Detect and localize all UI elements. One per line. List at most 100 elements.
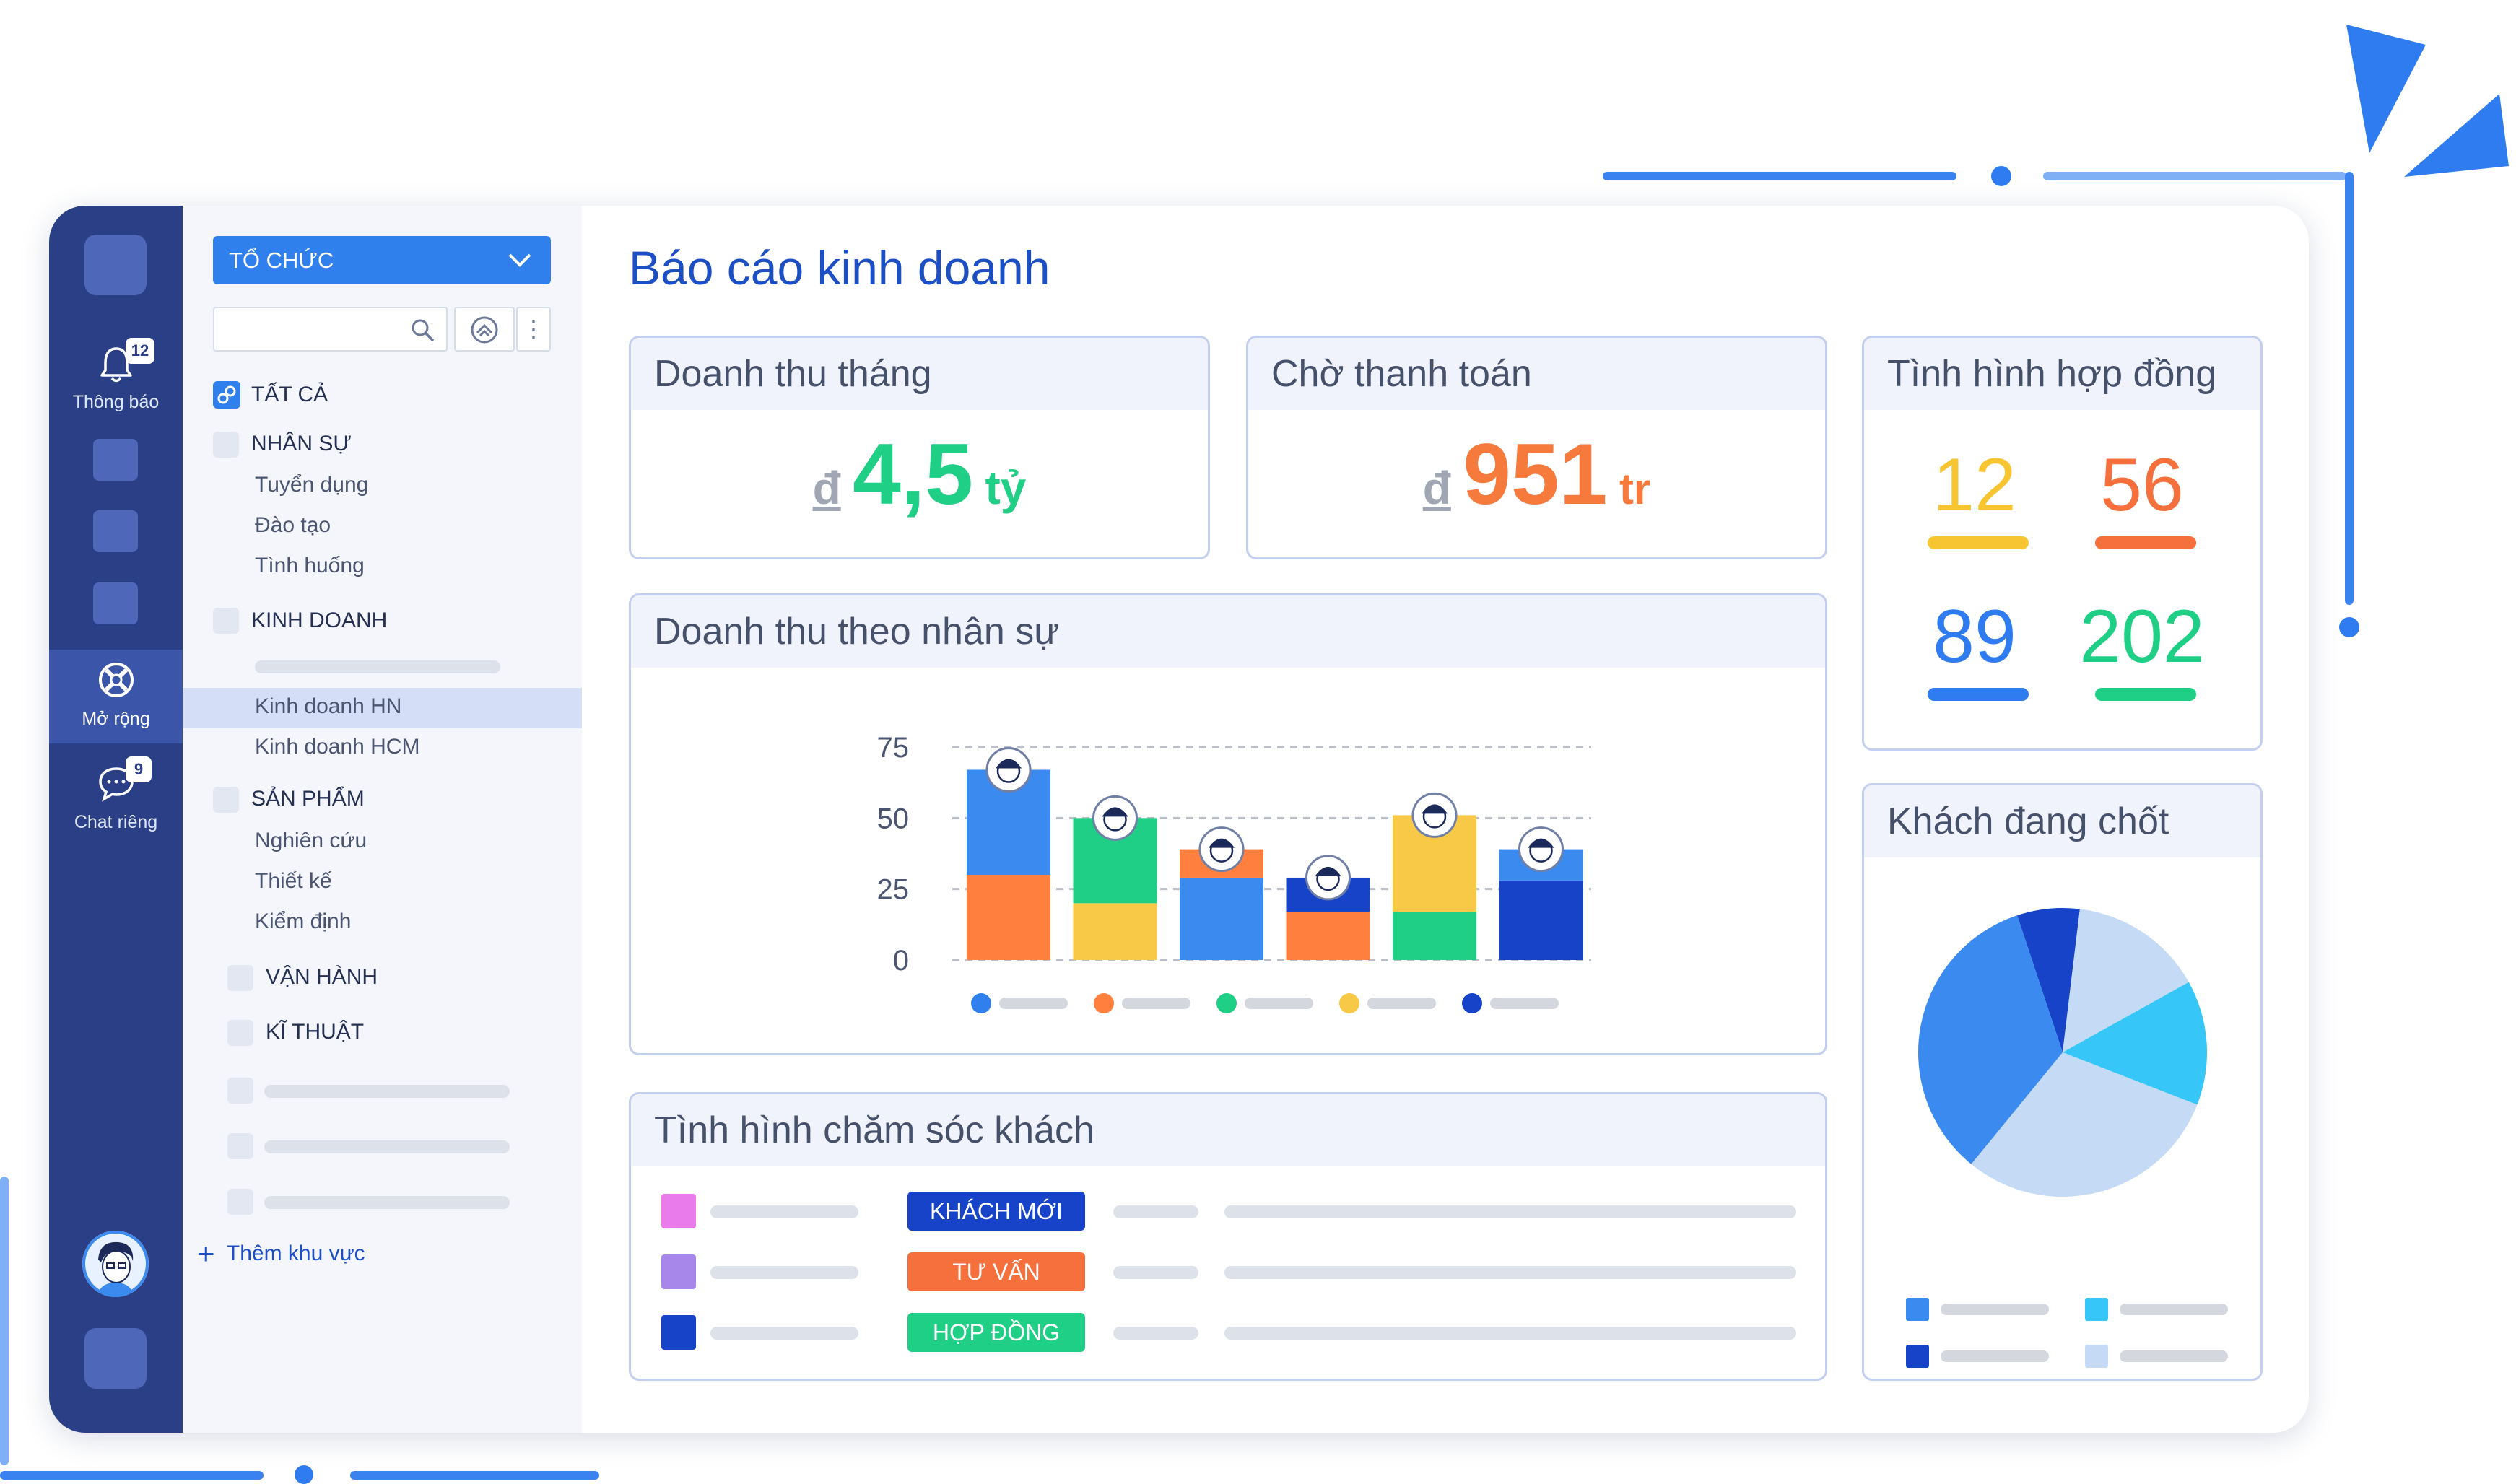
group-checkbox-van-hanh[interactable] bbox=[227, 965, 253, 991]
bar-segment bbox=[1499, 880, 1583, 960]
staff-avatar[interactable] bbox=[1092, 795, 1138, 841]
add-area-button[interactable]: + Thêm khu vực bbox=[197, 1236, 365, 1271]
more-options-button[interactable]: ⋮ bbox=[516, 307, 551, 352]
decor-line-bottom-left bbox=[0, 1471, 264, 1480]
group-checkbox-san-pham[interactable] bbox=[213, 787, 239, 813]
staff-avatar[interactable] bbox=[1198, 826, 1245, 873]
card-title: Doanh thu theo nhân sự bbox=[631, 595, 1825, 668]
placeholder-checkbox bbox=[227, 1078, 253, 1104]
rail-placeholder-1[interactable] bbox=[93, 439, 138, 481]
chat-icon[interactable] bbox=[49, 761, 183, 811]
card-closing-customers: Khách đang chốt bbox=[1862, 783, 2263, 1381]
legend-marker bbox=[1906, 1298, 1929, 1321]
search-icon[interactable] bbox=[409, 317, 435, 343]
extend-icon bbox=[49, 658, 183, 708]
rail-placeholder-2[interactable] bbox=[93, 510, 138, 552]
group-checkbox-ki-thuat[interactable] bbox=[227, 1020, 253, 1046]
sidebar-group-kinh-doanh[interactable]: KINH DOANH bbox=[251, 608, 387, 633]
status-badge-consult[interactable]: TƯ VẤN bbox=[907, 1252, 1085, 1291]
decor-dot-bottom bbox=[295, 1465, 313, 1484]
legend-marker bbox=[1216, 993, 1237, 1013]
sidebar-item-thiet-ke[interactable]: Thiết kế bbox=[255, 869, 332, 894]
sidebar-item-tuyen-dung[interactable]: Tuyển dụng bbox=[255, 473, 368, 497]
placeholder-line bbox=[710, 1205, 858, 1218]
legend-marker bbox=[1339, 993, 1359, 1013]
contract-underline-1 bbox=[1928, 536, 2029, 549]
staff-avatar[interactable] bbox=[1518, 826, 1564, 873]
sidebar-item-all[interactable]: TẤT CẢ bbox=[251, 383, 328, 407]
status-badge-contract[interactable]: HỢP ĐỒNG bbox=[907, 1313, 1085, 1352]
sidebar-group-ki-thuat[interactable]: KĨ THUẬT bbox=[266, 1020, 364, 1044]
y-tick-label: 0 bbox=[893, 945, 909, 977]
legend-label-placeholder bbox=[1245, 998, 1313, 1009]
bar-segment bbox=[967, 875, 1050, 960]
rail-placeholder-3[interactable] bbox=[93, 582, 138, 624]
legend-marker bbox=[1906, 1345, 1929, 1368]
legend-label-placeholder bbox=[2120, 1304, 2228, 1315]
user-avatar[interactable] bbox=[82, 1231, 149, 1297]
rail-item-extend[interactable]: Mở rộng bbox=[49, 650, 183, 743]
decor-line-top-left bbox=[1603, 172, 1956, 180]
placeholder-line bbox=[1224, 1266, 1796, 1279]
rail-label-chat[interactable]: Chat riêng bbox=[49, 812, 183, 833]
chat-badge: 9 bbox=[126, 756, 152, 782]
add-area-label: Thêm khu vực bbox=[226, 1241, 365, 1265]
more-vertical-icon: ⋮ bbox=[522, 316, 545, 342]
placeholder-line bbox=[1113, 1205, 1198, 1218]
decor-line-right bbox=[2345, 172, 2354, 605]
all-icon[interactable] bbox=[213, 381, 240, 409]
currency-symbol: đ bbox=[812, 462, 841, 514]
sidebar-group-san-pham[interactable]: SẢN PHẨM bbox=[251, 787, 365, 811]
rail-logo-placeholder[interactable] bbox=[84, 235, 147, 295]
revenue-month-unit: tỷ bbox=[985, 462, 1027, 514]
legend-marker bbox=[2085, 1345, 2108, 1368]
nav-rail: 12 Thông báo Mở rộng 9 Chat riêng bbox=[49, 206, 183, 1433]
placeholder-checkbox bbox=[227, 1189, 253, 1215]
sidebar-group-van-hanh[interactable]: VẬN HÀNH bbox=[266, 965, 378, 990]
app-window: 12 Thông báo Mở rộng 9 Chat riêng TỔ CHỨ… bbox=[49, 206, 2309, 1433]
search-input[interactable] bbox=[213, 307, 448, 352]
placeholder-line bbox=[710, 1327, 858, 1340]
sidebar-item-kinh-doanh-hn[interactable]: Kinh doanh HN bbox=[255, 694, 401, 719]
sidebar-item-tinh-huong[interactable]: Tình huống bbox=[255, 554, 365, 578]
card-title: Chờ thanh toán bbox=[1248, 338, 1825, 410]
org-select[interactable]: TỔ CHỨC bbox=[213, 236, 551, 284]
bar-segment bbox=[1393, 912, 1476, 960]
sidebar-group-nhan-su[interactable]: NHÂN SỰ bbox=[251, 432, 352, 456]
group-checkbox-kinh-doanh[interactable] bbox=[213, 608, 239, 634]
currency-symbol: đ bbox=[1422, 462, 1451, 514]
staff-avatar[interactable] bbox=[1305, 855, 1351, 901]
rail-label-notifications[interactable]: Thông báo bbox=[49, 392, 183, 413]
placeholder-line bbox=[1224, 1205, 1796, 1218]
legend-label-placeholder bbox=[1367, 998, 1436, 1009]
filter-button[interactable] bbox=[454, 307, 515, 352]
legend-label-placeholder bbox=[1941, 1304, 2049, 1315]
decor-triangles bbox=[2346, 25, 2509, 177]
bell-icon[interactable] bbox=[49, 343, 183, 393]
staff-avatar[interactable] bbox=[1411, 792, 1458, 838]
legend-label-placeholder bbox=[1490, 998, 1559, 1009]
placeholder-checkbox bbox=[227, 1133, 253, 1159]
bar-segment bbox=[1286, 912, 1370, 960]
decor-dot-right bbox=[2339, 617, 2359, 637]
group-checkbox-nhan-su[interactable] bbox=[213, 432, 239, 458]
staff-avatar[interactable] bbox=[985, 746, 1032, 793]
placeholder-line bbox=[255, 660, 500, 673]
placeholder-line bbox=[1224, 1327, 1796, 1340]
bar-segment bbox=[1180, 877, 1263, 960]
rail-label-extend: Mở rộng bbox=[82, 709, 150, 729]
revenue-by-staff-chart: 75 50 25 0 bbox=[877, 732, 1591, 1013]
contract-underline-4 bbox=[2095, 688, 2196, 701]
sidebar-item-kiem-dinh[interactable]: Kiểm định bbox=[255, 909, 351, 934]
contract-value-3: 89 bbox=[1933, 595, 2016, 678]
rail-placeholder-bottom[interactable] bbox=[84, 1328, 147, 1389]
status-badge-new[interactable]: KHÁCH MỚI bbox=[907, 1192, 1085, 1231]
pending-unit: tr bbox=[1619, 465, 1651, 513]
contract-underline-3 bbox=[1928, 688, 2029, 701]
sidebar-item-dao-tao[interactable]: Đào tạo bbox=[255, 513, 331, 538]
sidebar-item-nghien-cuu[interactable]: Nghiên cứu bbox=[255, 829, 367, 853]
card-title: Doanh thu tháng bbox=[631, 338, 1208, 410]
pending-value-group: đ 951 tr bbox=[1248, 424, 1825, 524]
legend-marker bbox=[1094, 993, 1114, 1013]
sidebar-item-kinh-doanh-hcm[interactable]: Kinh doanh HCM bbox=[255, 735, 419, 759]
